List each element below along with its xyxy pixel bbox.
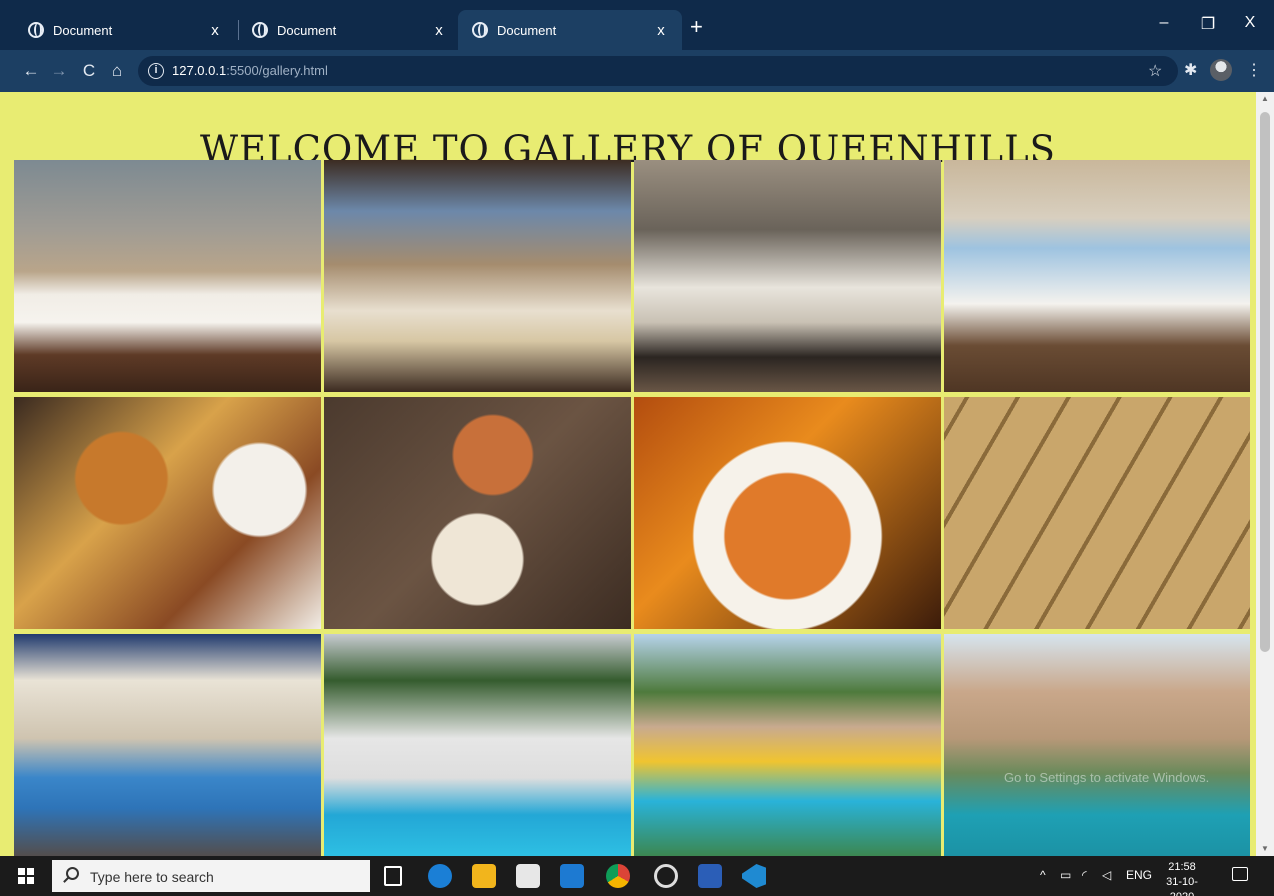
vscode-icon[interactable] bbox=[742, 864, 766, 888]
notification-icon[interactable] bbox=[1232, 867, 1248, 881]
gallery-page: WELCOME TO GALLERY OF QUEENHILLS Go to S… bbox=[0, 92, 1256, 856]
taskbar-search-box[interactable]: Type here to search bbox=[52, 860, 370, 892]
gallery-image-pool-1 bbox=[14, 634, 321, 856]
page-scrollbar[interactable]: ▲ ▼ bbox=[1256, 92, 1274, 856]
wifi-icon[interactable]: ◜ bbox=[1082, 868, 1087, 882]
gallery-image-room-2 bbox=[324, 160, 631, 392]
scrollbar-thumb[interactable] bbox=[1260, 112, 1270, 652]
tab-document-2[interactable]: Document x bbox=[238, 10, 460, 50]
mail-icon[interactable] bbox=[560, 864, 584, 888]
globe-icon bbox=[472, 22, 488, 38]
gallery-image-food-2 bbox=[324, 397, 631, 629]
gallery-image-room-4 bbox=[944, 160, 1250, 392]
volume-icon[interactable]: ◁ bbox=[1102, 868, 1111, 882]
tray-overflow-icon[interactable]: ^ bbox=[1040, 868, 1046, 882]
tab-document-1[interactable]: Document x bbox=[14, 10, 236, 50]
network-icon[interactable]: ▭ bbox=[1060, 868, 1071, 882]
browser-menu-icon[interactable]: ⋮ bbox=[1246, 60, 1262, 80]
media-player-icon[interactable] bbox=[654, 864, 678, 888]
tab-close-button[interactable]: x bbox=[206, 22, 224, 39]
scroll-up-arrow-icon[interactable]: ▲ bbox=[1256, 92, 1274, 106]
url-path: :5500/gallery.html bbox=[226, 63, 328, 78]
url-host: 127.0.0.1 bbox=[172, 63, 227, 78]
minimize-button[interactable]: – bbox=[1152, 14, 1176, 32]
gallery-image-pool-3 bbox=[634, 634, 941, 856]
store-icon[interactable] bbox=[516, 864, 540, 888]
back-button[interactable]: ← bbox=[20, 60, 42, 82]
globe-icon bbox=[28, 22, 44, 38]
gallery-image-pool-4: Go to Settings to activate Windows. bbox=[944, 634, 1250, 856]
word-icon[interactable] bbox=[698, 864, 722, 888]
task-view-icon[interactable] bbox=[384, 866, 402, 886]
file-explorer-icon[interactable] bbox=[472, 864, 496, 888]
taskbar-clock[interactable]: 21:58 31-10-2020 bbox=[1158, 860, 1206, 896]
tab-title: Document bbox=[277, 22, 337, 38]
windows-start-icon[interactable] bbox=[18, 868, 34, 884]
forward-button[interactable]: → bbox=[48, 60, 70, 82]
gallery-image-food-3 bbox=[634, 397, 941, 629]
tab-document-3-active[interactable]: Document x bbox=[458, 10, 682, 50]
gallery-image-room-1 bbox=[14, 160, 321, 392]
gallery-image-food-4 bbox=[944, 397, 1250, 629]
new-tab-button[interactable]: + bbox=[690, 16, 703, 38]
info-icon[interactable]: i bbox=[148, 63, 164, 79]
url-text[interactable]: 127.0.0.1:5500/gallery.html bbox=[172, 63, 328, 78]
clock-date: 31-10-2020 bbox=[1166, 876, 1198, 896]
scroll-down-arrow-icon[interactable]: ▼ bbox=[1256, 842, 1274, 856]
gallery-image-room-3 bbox=[634, 160, 941, 392]
edge-browser-icon[interactable] bbox=[428, 864, 452, 888]
browser-tab-strip: Document x Document x Document x + – ❐ X bbox=[0, 0, 1274, 50]
home-button[interactable]: ⌂ bbox=[106, 60, 128, 82]
chrome-icon[interactable] bbox=[606, 864, 630, 888]
tab-title: Document bbox=[497, 22, 557, 38]
restore-button[interactable]: ❐ bbox=[1196, 14, 1220, 34]
activation-watermark: Go to Settings to activate Windows. bbox=[1004, 770, 1210, 785]
gallery-image-pool-2 bbox=[324, 634, 631, 856]
clock-time: 21:58 bbox=[1168, 861, 1196, 873]
search-icon bbox=[66, 867, 79, 880]
browser-toolbar: ← → C ⌂ i 127.0.0.1:5500/gallery.html ☆ … bbox=[0, 50, 1274, 92]
address-bar[interactable]: i 127.0.0.1:5500/gallery.html ☆ bbox=[138, 56, 1178, 86]
windows-taskbar: Type here to search ^ ▭ ◜ ◁ ENG 21:58 31… bbox=[0, 856, 1274, 896]
bookmark-star-icon[interactable]: ☆ bbox=[1148, 61, 1162, 81]
tab-close-button[interactable]: x bbox=[430, 22, 448, 39]
extensions-icon[interactable]: ✱ bbox=[1184, 60, 1197, 80]
tab-close-button[interactable]: x bbox=[652, 22, 670, 39]
profile-avatar[interactable] bbox=[1210, 59, 1232, 81]
close-window-button[interactable]: X bbox=[1238, 14, 1262, 32]
tab-title: Document bbox=[53, 22, 113, 38]
gallery-image-food-1 bbox=[14, 397, 321, 629]
reload-button[interactable]: C bbox=[78, 60, 100, 82]
search-placeholder: Type here to search bbox=[90, 869, 214, 885]
gallery-grid: Go to Settings to activate Windows. bbox=[14, 160, 1250, 856]
language-indicator[interactable]: ENG bbox=[1126, 868, 1152, 882]
globe-icon bbox=[252, 22, 268, 38]
